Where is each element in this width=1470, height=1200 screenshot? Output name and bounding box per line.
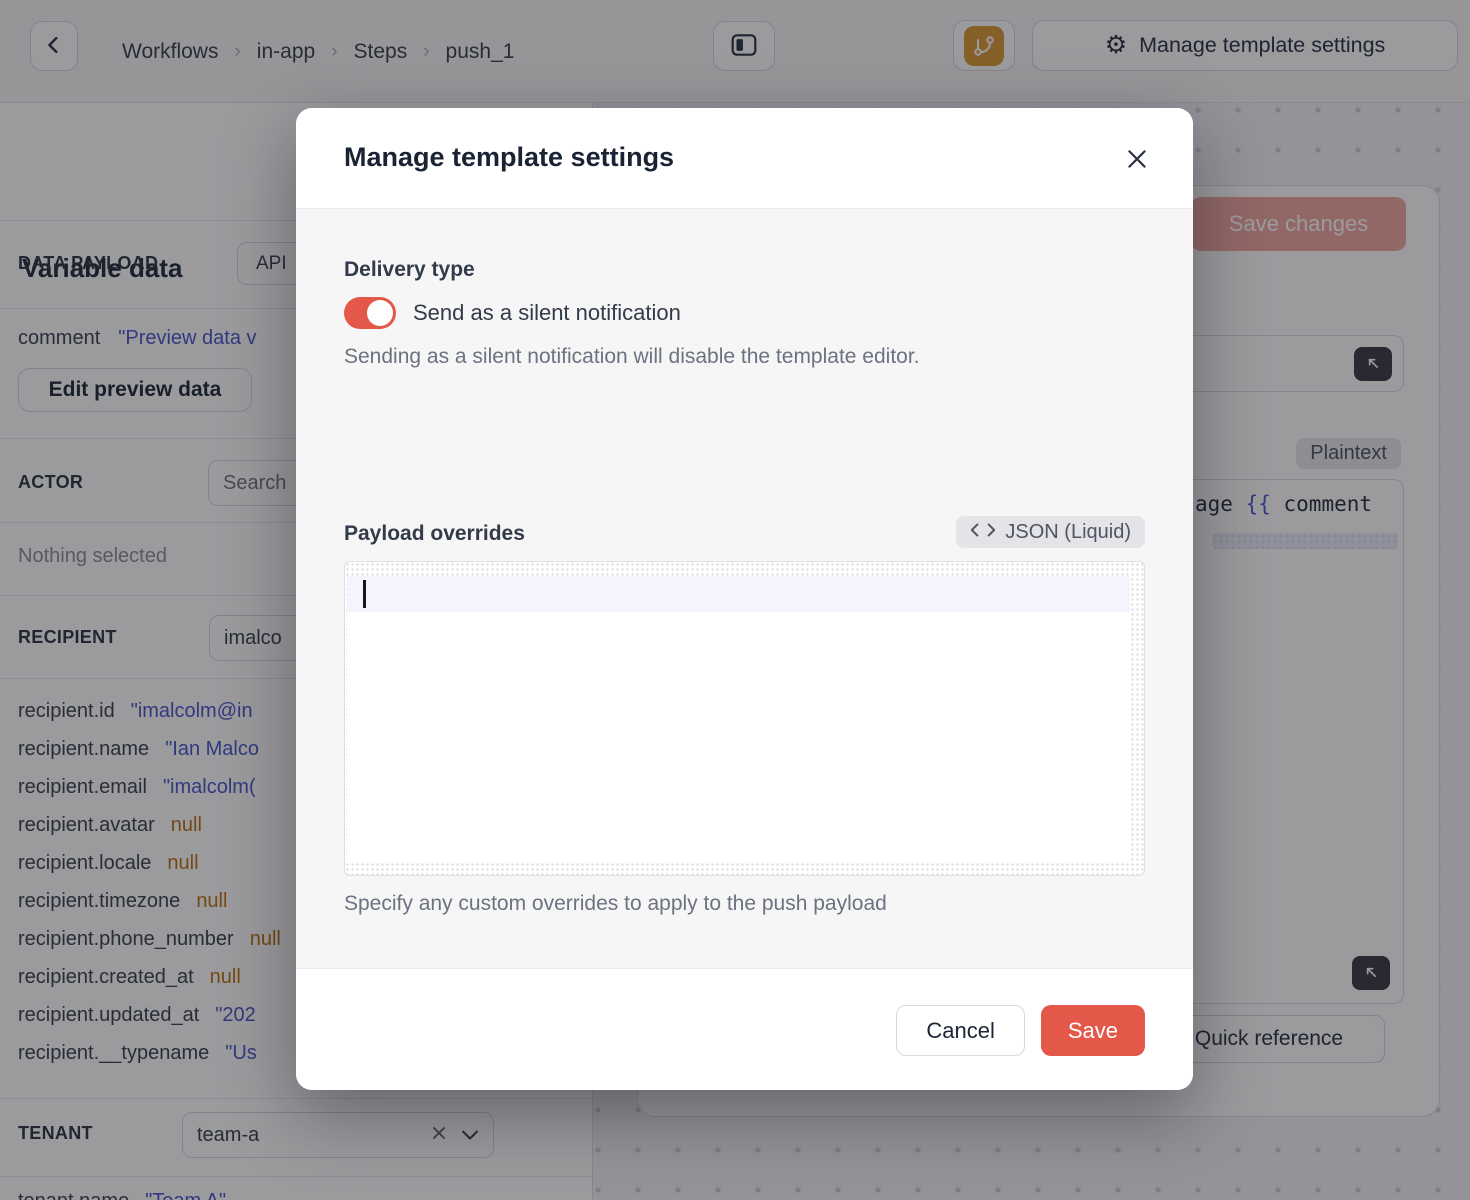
payload-helper-text: Specify any custom overrides to apply to… (344, 892, 887, 916)
close-icon (1124, 146, 1150, 175)
cancel-button[interactable]: Cancel (896, 1005, 1024, 1056)
modal-header: Manage template settings (296, 108, 1193, 209)
close-button[interactable] (1121, 144, 1153, 176)
silent-notification-row: Send as a silent notification (344, 297, 681, 329)
modal-body: Delivery type Send as a silent notificat… (296, 209, 1193, 968)
language-badge: JSON (Liquid) (956, 516, 1145, 548)
silent-toggle-label: Send as a silent notification (413, 300, 681, 326)
language-badge-label: JSON (Liquid) (1005, 521, 1131, 544)
payload-overrides-editor[interactable] (344, 561, 1145, 876)
modal-footer: Cancel Save (296, 968, 1193, 1090)
text-cursor (363, 580, 366, 608)
app: Workflows › in-app › Steps › push_1 ⚙ Ma… (0, 0, 1470, 1200)
editor-content (347, 576, 1130, 863)
manage-template-settings-modal: Manage template settings Delivery type S… (296, 108, 1193, 1090)
code-icon (970, 521, 996, 544)
delivery-type-heading: Delivery type (344, 258, 475, 282)
modal-title: Manage template settings (344, 142, 674, 173)
editor-active-line (347, 576, 1130, 612)
save-button[interactable]: Save (1041, 1005, 1145, 1056)
silent-toggle[interactable] (344, 297, 396, 329)
delivery-helper-text: Sending as a silent notification will di… (344, 345, 920, 369)
payload-overrides-heading: Payload overrides (344, 522, 525, 546)
toggle-knob (367, 300, 393, 326)
